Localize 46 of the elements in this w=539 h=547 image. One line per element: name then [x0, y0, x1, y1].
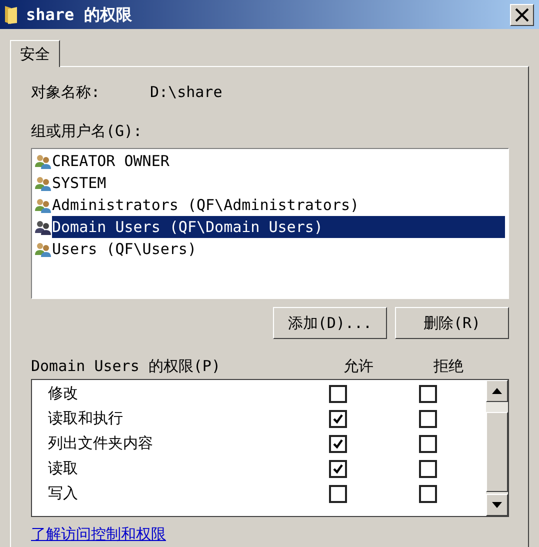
scrollbar[interactable] — [486, 380, 508, 516]
column-header: 拒绝 — [432, 356, 464, 377]
checkbox[interactable] — [419, 434, 437, 452]
checkbox[interactable] — [329, 384, 347, 402]
folder-icon — [4, 4, 18, 24]
close-icon — [515, 8, 529, 22]
permission-name: 修改 — [47, 383, 79, 404]
scroll-up-icon[interactable] — [486, 380, 508, 402]
checkbox[interactable] — [329, 484, 347, 502]
user-list-item[interactable]: Domain Users (QF\Domain Users) — [52, 216, 505, 238]
user-list-item[interactable]: Users (QF\Users) — [52, 238, 505, 260]
field-label: 对象名称: — [31, 82, 102, 103]
checkbox[interactable] — [419, 460, 437, 478]
users-icon — [35, 198, 52, 212]
user-list-item[interactable]: CREATOR OWNER — [52, 150, 505, 172]
scroll-thumb[interactable] — [486, 412, 508, 492]
section-label: 组或用户名(G): — [31, 121, 142, 142]
checkbox[interactable] — [419, 484, 437, 502]
permission-name: 列出文件夹内容 — [47, 433, 154, 454]
check-icon — [332, 412, 344, 424]
users-icon — [35, 176, 52, 190]
user-list-item[interactable]: SYSTEM — [52, 172, 505, 194]
check-icon — [332, 438, 344, 450]
user-list-item[interactable]: Administrators (QF\Administrators) — [52, 194, 505, 216]
checkbox[interactable] — [329, 434, 347, 452]
help-link[interactable]: 了解访问控制和权限 — [31, 523, 166, 546]
checkbox[interactable] — [419, 384, 437, 402]
checkbox[interactable] — [329, 460, 347, 478]
users-icon — [35, 242, 52, 256]
checkbox[interactable] — [329, 410, 347, 428]
action-button[interactable]: 添加(D)... — [273, 307, 387, 339]
tab[interactable]: 安全 — [10, 40, 60, 67]
checkbox[interactable] — [419, 410, 437, 428]
window-title: share 的权限 — [26, 4, 132, 26]
permission-name: 读取和执行 — [47, 408, 124, 430]
section-label: Domain Users 的权限(P) — [31, 356, 222, 377]
column-header: 允许 — [342, 356, 374, 377]
object-path: D:\share — [150, 82, 222, 103]
action-button[interactable]: 删除(R) — [395, 307, 509, 339]
close-button[interactable] — [510, 4, 534, 26]
users-icon — [35, 154, 52, 168]
scroll-down-icon[interactable] — [486, 494, 508, 516]
users-icon — [35, 220, 52, 234]
permission-name: 读取 — [47, 458, 79, 480]
check-icon — [332, 462, 344, 474]
permission-name: 写入 — [47, 483, 79, 504]
